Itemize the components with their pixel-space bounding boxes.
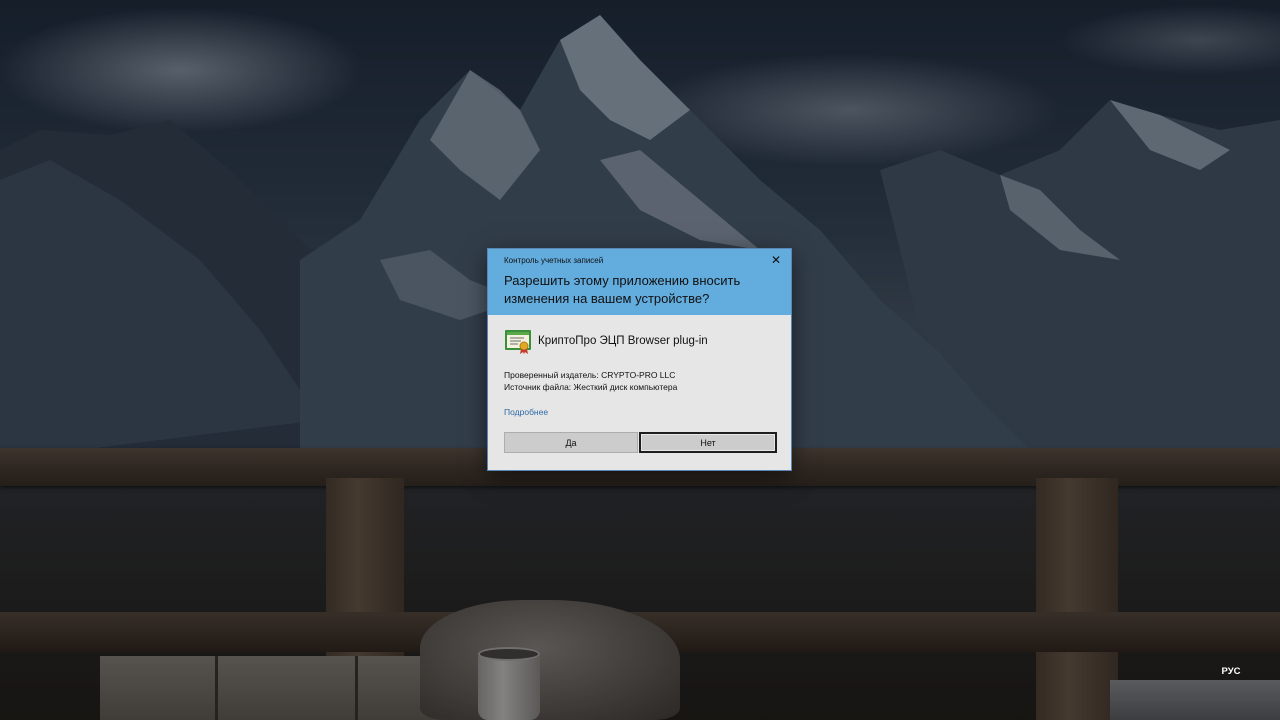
publisher-details: Проверенный издатель: CRYPTO-PRO LLC Ист… [504,369,784,393]
app-info-row: КриптоПро ЭЦП Browser plug-in [504,327,784,355]
yes-button[interactable]: Да [504,432,638,453]
uac-question: Разрешить этому приложению вносить измен… [504,273,741,306]
uac-dialog: Контроль учетных записей ✕ Разрешить это… [488,249,791,470]
app-name: КриптоПро ЭЦП Browser plug-in [538,335,708,347]
more-details-link[interactable]: Подробнее [504,407,548,417]
no-button[interactable]: Нет [639,432,777,453]
dialog-title: Контроль учетных записей [504,256,604,265]
language-indicator[interactable]: РУС [1214,664,1248,680]
desktop-background: Контроль учетных записей ✕ Разрешить это… [0,0,1280,720]
verified-publisher: Проверенный издатель: CRYPTO-PRO LLC [504,370,676,380]
file-source: Источник файла: Жесткий диск компьютера [504,382,678,392]
close-icon[interactable]: ✕ [769,253,783,267]
uac-header: Контроль учетных записей ✕ Разрешить это… [488,249,791,315]
certificate-icon [505,330,531,354]
